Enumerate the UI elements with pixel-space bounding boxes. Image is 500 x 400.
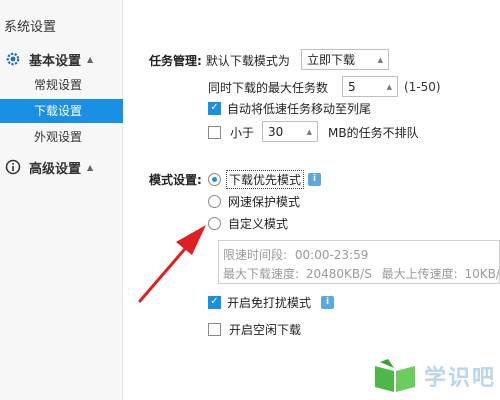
book-logo-icon [374,359,415,392]
watermark: 学识吧 [372,358,496,394]
red-arrow-annotation [138,225,206,303]
watermark-text: 学识吧 [423,366,496,391]
